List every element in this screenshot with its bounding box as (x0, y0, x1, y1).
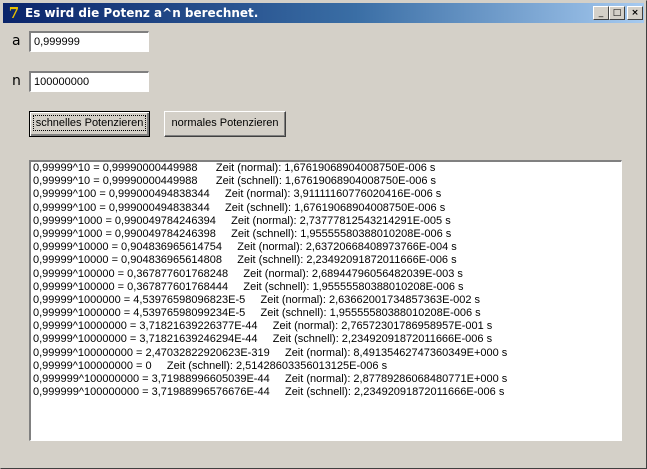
output-line: 0,99999^10000 = 0,904836965614808 Zeit (… (33, 254, 457, 267)
maximize-button[interactable]: □ (609, 6, 625, 20)
output-line: 0,99999^100 = 0,99900049483834­4 Zeit (n… (33, 188, 442, 201)
output-line: 0,99999^1000000 = 4,53976598099234E-5 Ze… (33, 307, 481, 320)
output-line: 0,99999^1000 = 0,990049784246394 Zeit (n… (33, 214, 451, 227)
output-line: 0,99999^100000 = 0,367877601768444 Zeit … (33, 280, 464, 293)
fast-power-button[interactable]: schnelles Potenzieren (29, 111, 150, 137)
maximize-icon: □ (612, 8, 622, 18)
output-line: 0,99999^100000 = 0,367877601768248 Zeit … (33, 267, 463, 280)
close-button[interactable]: × (627, 6, 643, 20)
normal-power-button-label: normales Potenzieren (171, 117, 279, 129)
main-window: 7 Es wird die Potenz a^n berechnet. _ □ … (0, 0, 647, 469)
output-line: 0,99999^10000000 = 3,71821639246294E-44 … (33, 333, 493, 346)
a-label: a (12, 33, 21, 49)
output-line: 0,99999^100 = 0,999000494838344 Zeit (sc… (33, 201, 446, 214)
output-line: 0,99999^10000000 = 3,71821639226377E-44 … (33, 320, 493, 333)
output-line: 0,99999^10 = 0,99990000449988 Zeit (norm… (33, 162, 436, 174)
output-line: 0,99999^1000 = 0,990049784246398 Zeit (s… (33, 227, 452, 240)
output-line: 0,99999^10000 = 0,904836965614754 Zeit (… (33, 241, 457, 254)
output-line: 0,99999^100000000 = 2,47032822920623E-31… (33, 346, 508, 359)
output-line: 0,99999^100000000 = 0 Zeit (schnell): 2,… (33, 359, 388, 372)
minimize-button[interactable]: _ (593, 6, 609, 20)
fast-power-button-label: schnelles Potenzieren (32, 115, 147, 131)
normal-power-button[interactable]: normales Potenzieren (164, 111, 286, 137)
output-memo[interactable]: 0,99999^10 = 0,99990000449988 Zeit (norm… (29, 160, 622, 441)
a-input[interactable]: 0,999999 (29, 31, 149, 52)
output-line: 0,99999^10 = 0,99990000449988 Zeit (schn… (33, 175, 437, 188)
output-line: 0,999999^100000000 = 3,71988996605039E-4… (33, 373, 508, 385)
close-icon: × (631, 8, 639, 18)
n-input[interactable]: 100000000 (29, 71, 149, 92)
window-title: Es wird die Potenz a^n berechnet. (25, 6, 259, 20)
output-line: 0,99999^1000000 = 4,53976598096823E-5 Ze… (33, 293, 481, 306)
title-bar[interactable]: 7 Es wird die Potenz a^n berechnet. _ □ … (3, 3, 644, 23)
app-icon[interactable]: 7 (5, 4, 23, 22)
n-label: n (12, 73, 21, 89)
output-line: 0,999999^100000000 = 3,71988996576676E-4… (33, 386, 505, 399)
minimize-icon: _ (598, 8, 604, 18)
